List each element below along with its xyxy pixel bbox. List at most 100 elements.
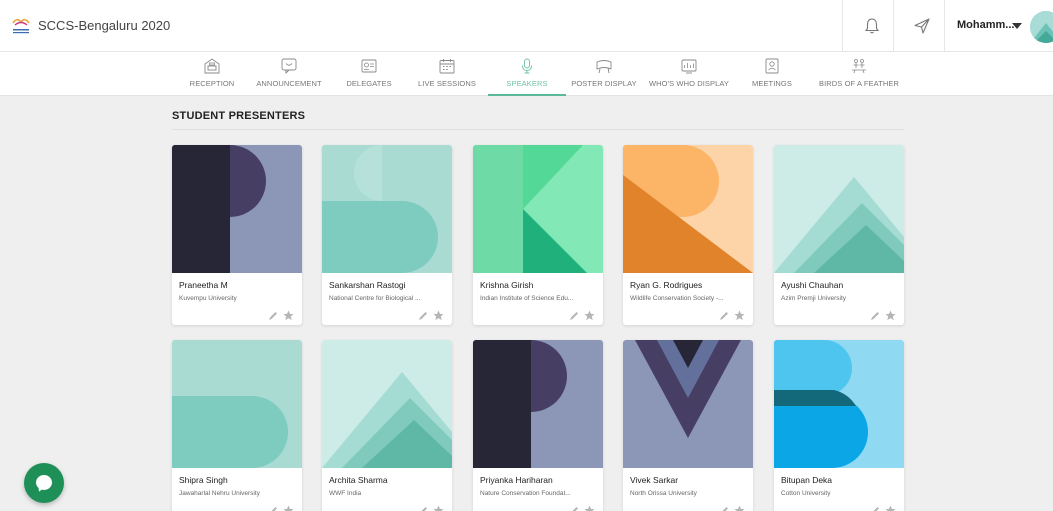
nav-label: SPEAKERS xyxy=(506,79,548,88)
nav-label: POSTER DISPLAY xyxy=(571,79,637,88)
presenter-card[interactable]: Krishna Girish Indian Institute of Scien… xyxy=(473,145,603,325)
presenter-name: Sankarshan Rastogi xyxy=(329,280,406,290)
presenter-card[interactable]: Ryan G. Rodrigues Wildlife Conservation … xyxy=(623,145,753,325)
star-icon[interactable] xyxy=(433,505,444,511)
nav-whos-who-display[interactable]: WHO'S WHO DISPLAY xyxy=(648,52,730,96)
bell-icon[interactable] xyxy=(862,16,882,36)
presenter-art xyxy=(172,340,302,468)
calendar-icon xyxy=(438,57,456,75)
presenter-card[interactable]: Shipra Singh Jawaharlal Nehru University xyxy=(172,340,302,511)
main-nav: RECEPTION ANNOUNCEMENT DELEGATES LIVE SE… xyxy=(0,52,1053,96)
reception-icon xyxy=(203,57,221,75)
display-icon xyxy=(680,57,698,75)
nav-birds-of-a-feather[interactable]: BIRDS OF A FEATHER xyxy=(818,52,900,96)
nav-meetings[interactable]: MEETINGS xyxy=(748,52,796,96)
nav-poster-display[interactable]: POSTER DISPLAY xyxy=(570,52,638,96)
presenter-org: Wildlife Conservation Society -... xyxy=(630,295,724,302)
presenter-org: Kuvempu University xyxy=(179,295,237,302)
poster-icon xyxy=(595,57,613,75)
presenter-card[interactable]: Praneetha M Kuvempu University xyxy=(172,145,302,325)
presenter-org: Cotton University xyxy=(781,490,831,497)
presenter-org: Azim Premji University xyxy=(781,295,847,302)
presenter-name: Priyanka Hariharan xyxy=(480,475,553,485)
presenter-name: Praneetha M xyxy=(179,280,228,290)
nav-announcement[interactable]: ANNOUNCEMENT xyxy=(254,52,324,96)
presenter-card[interactable]: Vivek Sarkar North Orissa University xyxy=(623,340,753,511)
presenter-org: Nature Conservation Foundat... xyxy=(480,490,571,497)
pencil-icon[interactable] xyxy=(268,506,278,511)
chat-bubble-tail xyxy=(36,484,45,494)
star-icon[interactable] xyxy=(433,310,444,321)
pencil-icon[interactable] xyxy=(268,311,278,321)
pencil-icon[interactable] xyxy=(719,506,729,511)
pencil-icon[interactable] xyxy=(418,506,428,511)
pencil-icon[interactable] xyxy=(870,506,880,511)
chevron-down-icon[interactable] xyxy=(1012,23,1022,29)
microphone-icon xyxy=(518,57,536,75)
presenter-name: Bitupan Deka xyxy=(781,475,833,485)
presenter-art xyxy=(623,145,753,273)
pencil-icon[interactable] xyxy=(569,506,579,511)
nav-label: DELEGATES xyxy=(346,79,392,88)
star-icon[interactable] xyxy=(283,505,294,511)
divider xyxy=(842,0,843,52)
pencil-icon[interactable] xyxy=(870,311,880,321)
presenter-card[interactable]: Ayushi Chauhan Azim Premji University xyxy=(774,145,904,325)
top-bar: SCCS-Bengaluru 2020 Mohamm... xyxy=(0,0,1053,52)
divider xyxy=(944,0,945,52)
presenter-art xyxy=(322,145,452,273)
presenter-art xyxy=(623,340,753,468)
star-icon[interactable] xyxy=(734,505,745,511)
presenter-card[interactable]: Archita Sharma WWF India xyxy=(322,340,452,511)
presenter-name: Vivek Sarkar xyxy=(630,475,679,485)
conference-logo-icon[interactable] xyxy=(10,14,32,36)
presenter-card[interactable]: Sankarshan Rastogi National Centre for B… xyxy=(322,145,452,325)
nav-label: LIVE SESSIONS xyxy=(418,79,476,88)
pencil-icon[interactable] xyxy=(418,311,428,321)
nav-label: WHO'S WHO DISPLAY xyxy=(648,79,730,88)
presenter-org: WWF India xyxy=(329,490,362,497)
star-icon[interactable] xyxy=(734,310,745,321)
presenter-art xyxy=(473,340,603,468)
presenter-card[interactable]: Bitupan Deka Cotton University xyxy=(774,340,904,511)
nav-delegates[interactable]: DELEGATES xyxy=(341,52,397,96)
presenter-name: Ryan G. Rodrigues xyxy=(630,280,703,290)
presenter-name: Shipra Singh xyxy=(179,475,228,485)
nav-speakers[interactable]: SPEAKERS xyxy=(488,52,566,96)
nav-live-sessions[interactable]: LIVE SESSIONS xyxy=(415,52,479,96)
meetings-icon xyxy=(763,57,781,75)
nav-label: RECEPTION xyxy=(189,79,235,88)
nav-label: ANNOUNCEMENT xyxy=(256,79,322,88)
presenter-art xyxy=(774,340,904,468)
presenter-org: Indian Institute of Science Edu... xyxy=(480,295,574,302)
star-icon[interactable] xyxy=(885,505,896,511)
presenter-org: National Centre for Biological ... xyxy=(329,295,421,302)
chat-button[interactable] xyxy=(24,463,64,503)
section-title: STUDENT PRESENTERS xyxy=(172,110,306,122)
avatar[interactable] xyxy=(1030,11,1053,43)
user-name[interactable]: Mohamm... xyxy=(957,19,1014,31)
star-icon[interactable] xyxy=(885,310,896,321)
nav-label: MEETINGS xyxy=(752,79,792,88)
presenter-card[interactable]: Priyanka Hariharan Nature Conservation F… xyxy=(473,340,603,511)
pencil-icon[interactable] xyxy=(719,311,729,321)
star-icon[interactable] xyxy=(584,310,595,321)
nav-reception[interactable]: RECEPTION xyxy=(184,52,240,96)
star-icon[interactable] xyxy=(584,505,595,511)
presenter-art xyxy=(172,145,302,273)
presenter-org: North Orissa University xyxy=(630,490,697,497)
pencil-icon[interactable] xyxy=(569,311,579,321)
divider xyxy=(893,0,894,52)
presenter-name: Archita Sharma xyxy=(329,475,388,485)
app-title: SCCS-Bengaluru 2020 xyxy=(38,18,171,33)
send-icon[interactable] xyxy=(912,16,932,36)
delegates-icon xyxy=(360,57,378,75)
presenter-org: Jawaharlal Nehru University xyxy=(179,490,260,497)
announcement-icon xyxy=(280,57,298,75)
active-indicator xyxy=(488,94,566,96)
star-icon[interactable] xyxy=(283,310,294,321)
presenter-art xyxy=(774,145,904,273)
presenter-name: Krishna Girish xyxy=(480,280,534,290)
presenter-art xyxy=(322,340,452,468)
presenter-name: Ayushi Chauhan xyxy=(781,280,844,290)
